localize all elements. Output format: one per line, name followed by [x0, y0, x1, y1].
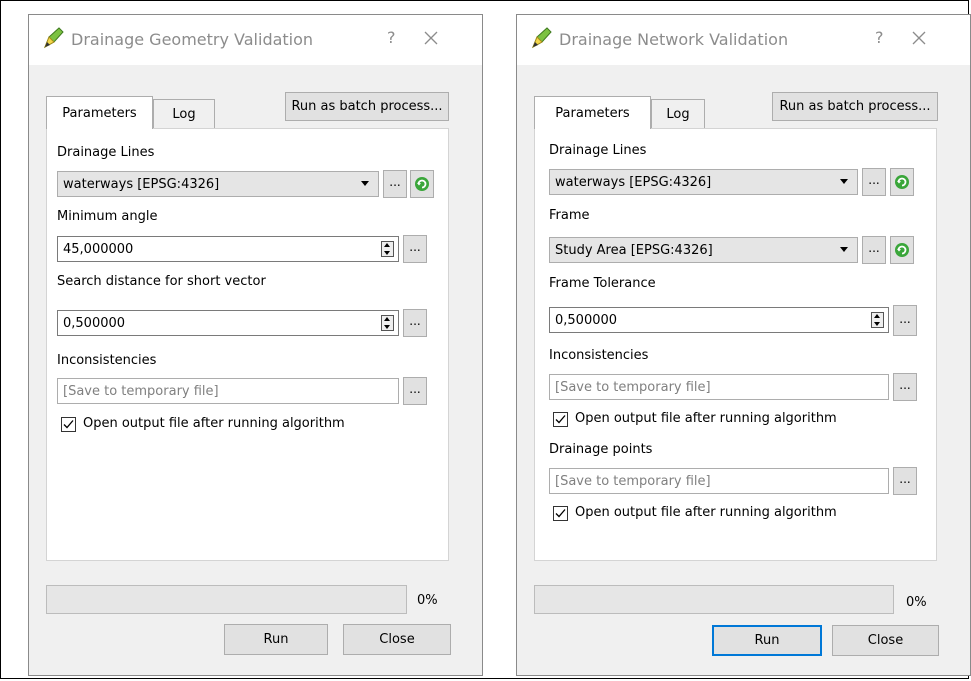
checkmark-icon — [555, 509, 566, 518]
run-button[interactable]: Run — [712, 625, 822, 656]
dialog-title: Drainage Network Validation — [559, 30, 789, 49]
drainage-lines-combo[interactable]: waterways [EPSG:4326] — [57, 171, 379, 197]
refresh-button[interactable] — [410, 170, 434, 198]
open-output-checkbox-2[interactable] — [553, 506, 568, 521]
tab-parameters[interactable]: Parameters — [534, 96, 651, 129]
inconsistencies-placeholder: [Save to temporary file] — [63, 383, 219, 399]
chevron-down-icon — [840, 179, 848, 184]
chevron-down-icon — [361, 181, 369, 186]
title-bar: Drainage Network Validation ? — [517, 15, 970, 65]
search-distance-spinbox[interactable]: 0,500000 — [57, 310, 399, 336]
drainage-lines-value: waterways [EPSG:4326] — [555, 174, 712, 190]
minimum-angle-value: 45,000000 — [63, 241, 134, 257]
frame-refresh-button[interactable] — [890, 236, 914, 264]
dialog-network-validation: Drainage Network Validation ? Parameters… — [516, 14, 971, 676]
frame-tolerance-label: Frame Tolerance — [549, 276, 656, 291]
parameters-panel: Drainage Lines waterways [EPSG:4326] ...… — [534, 128, 937, 561]
parameters-panel: Drainage Lines waterways [EPSG:4326] ...… — [46, 128, 449, 561]
refresh-icon — [895, 243, 909, 257]
help-button[interactable]: ? — [387, 28, 396, 47]
frame-combo[interactable]: Study Area [EPSG:4326] — [549, 237, 858, 263]
search-distance-label: Search distance for short vector — [57, 274, 266, 289]
drainage-points-browse-button[interactable]: ... — [893, 467, 917, 495]
close-button[interactable]: Close — [832, 625, 939, 656]
drainage-points-placeholder: [Save to temporary file] — [555, 473, 711, 489]
drainage-lines-label: Drainage Lines — [549, 143, 647, 158]
refresh-icon — [895, 175, 909, 189]
inconsistencies-label: Inconsistencies — [57, 353, 157, 368]
title-bar: Drainage Geometry Validation ? — [29, 15, 482, 65]
run-as-batch-button[interactable]: Run as batch process... — [285, 92, 449, 121]
frame-label: Frame — [549, 208, 590, 223]
refresh-icon — [415, 177, 429, 191]
close-icon[interactable] — [423, 30, 439, 46]
inconsistencies-output-field[interactable]: [Save to temporary file] — [57, 378, 399, 404]
drainage-lines-label: Drainage Lines — [57, 145, 155, 160]
progress-bar — [46, 585, 407, 614]
frame-browse-button[interactable]: ... — [862, 236, 886, 264]
frame-tolerance-value: 0,500000 — [555, 312, 618, 328]
close-icon[interactable] — [911, 30, 927, 46]
help-button[interactable]: ? — [875, 28, 884, 47]
dialog-geometry-validation: Drainage Geometry Validation ? Parameter… — [28, 14, 483, 676]
browse-layer-button[interactable]: ... — [383, 170, 407, 198]
spinner-arrows-icon[interactable] — [381, 241, 394, 257]
open-output-checkbox[interactable] — [61, 417, 76, 432]
qgis-pencil-icon — [44, 27, 64, 49]
minimum-angle-spinbox[interactable]: 45,000000 — [57, 236, 399, 262]
progress-percent: 0% — [906, 595, 927, 610]
open-output-label[interactable]: Open output file after running algorithm — [83, 416, 345, 431]
tab-log[interactable]: Log — [651, 99, 705, 129]
minimum-angle-options-button[interactable]: ... — [403, 235, 427, 263]
spinner-arrows-icon[interactable] — [381, 315, 394, 331]
open-output-label-2[interactable]: Open output file after running algorithm — [575, 505, 837, 520]
run-button[interactable]: Run — [224, 624, 328, 655]
inconsistencies-label: Inconsistencies — [549, 348, 649, 363]
qgis-pencil-icon — [532, 27, 552, 49]
search-distance-value: 0,500000 — [63, 315, 126, 331]
progress-percent: 0% — [417, 593, 438, 608]
minimum-angle-label: Minimum angle — [57, 209, 158, 224]
open-output-label[interactable]: Open output file after running algorithm — [575, 411, 837, 426]
drainage-lines-value: waterways [EPSG:4326] — [63, 176, 220, 192]
drainage-points-output-field[interactable]: [Save to temporary file] — [549, 468, 889, 494]
checkmark-icon — [555, 415, 566, 424]
refresh-button[interactable] — [890, 168, 914, 196]
run-as-batch-button[interactable]: Run as batch process... — [772, 92, 938, 121]
inconsistencies-browse-button[interactable]: ... — [403, 377, 427, 405]
spinner-arrows-icon[interactable] — [871, 312, 884, 328]
tab-parameters[interactable]: Parameters — [46, 96, 153, 129]
inconsistencies-browse-button[interactable]: ... — [893, 373, 917, 401]
frame-tolerance-spinbox[interactable]: 0,500000 — [549, 307, 889, 333]
search-distance-options-button[interactable]: ... — [403, 309, 427, 337]
progress-bar — [534, 585, 894, 614]
drainage-points-label: Drainage points — [549, 442, 653, 457]
checkmark-icon — [63, 420, 74, 429]
tab-log[interactable]: Log — [153, 99, 215, 129]
browse-layer-button[interactable]: ... — [862, 168, 886, 196]
inconsistencies-placeholder: [Save to temporary file] — [555, 379, 711, 395]
close-button[interactable]: Close — [343, 624, 451, 655]
frame-tolerance-options-button[interactable]: ... — [893, 305, 917, 336]
dialog-title: Drainage Geometry Validation — [71, 30, 314, 49]
chevron-down-icon — [840, 247, 848, 252]
drainage-lines-combo[interactable]: waterways [EPSG:4326] — [549, 169, 858, 195]
open-output-checkbox[interactable] — [553, 412, 568, 427]
frame-value: Study Area [EPSG:4326] — [555, 242, 713, 258]
inconsistencies-output-field[interactable]: [Save to temporary file] — [549, 374, 889, 400]
